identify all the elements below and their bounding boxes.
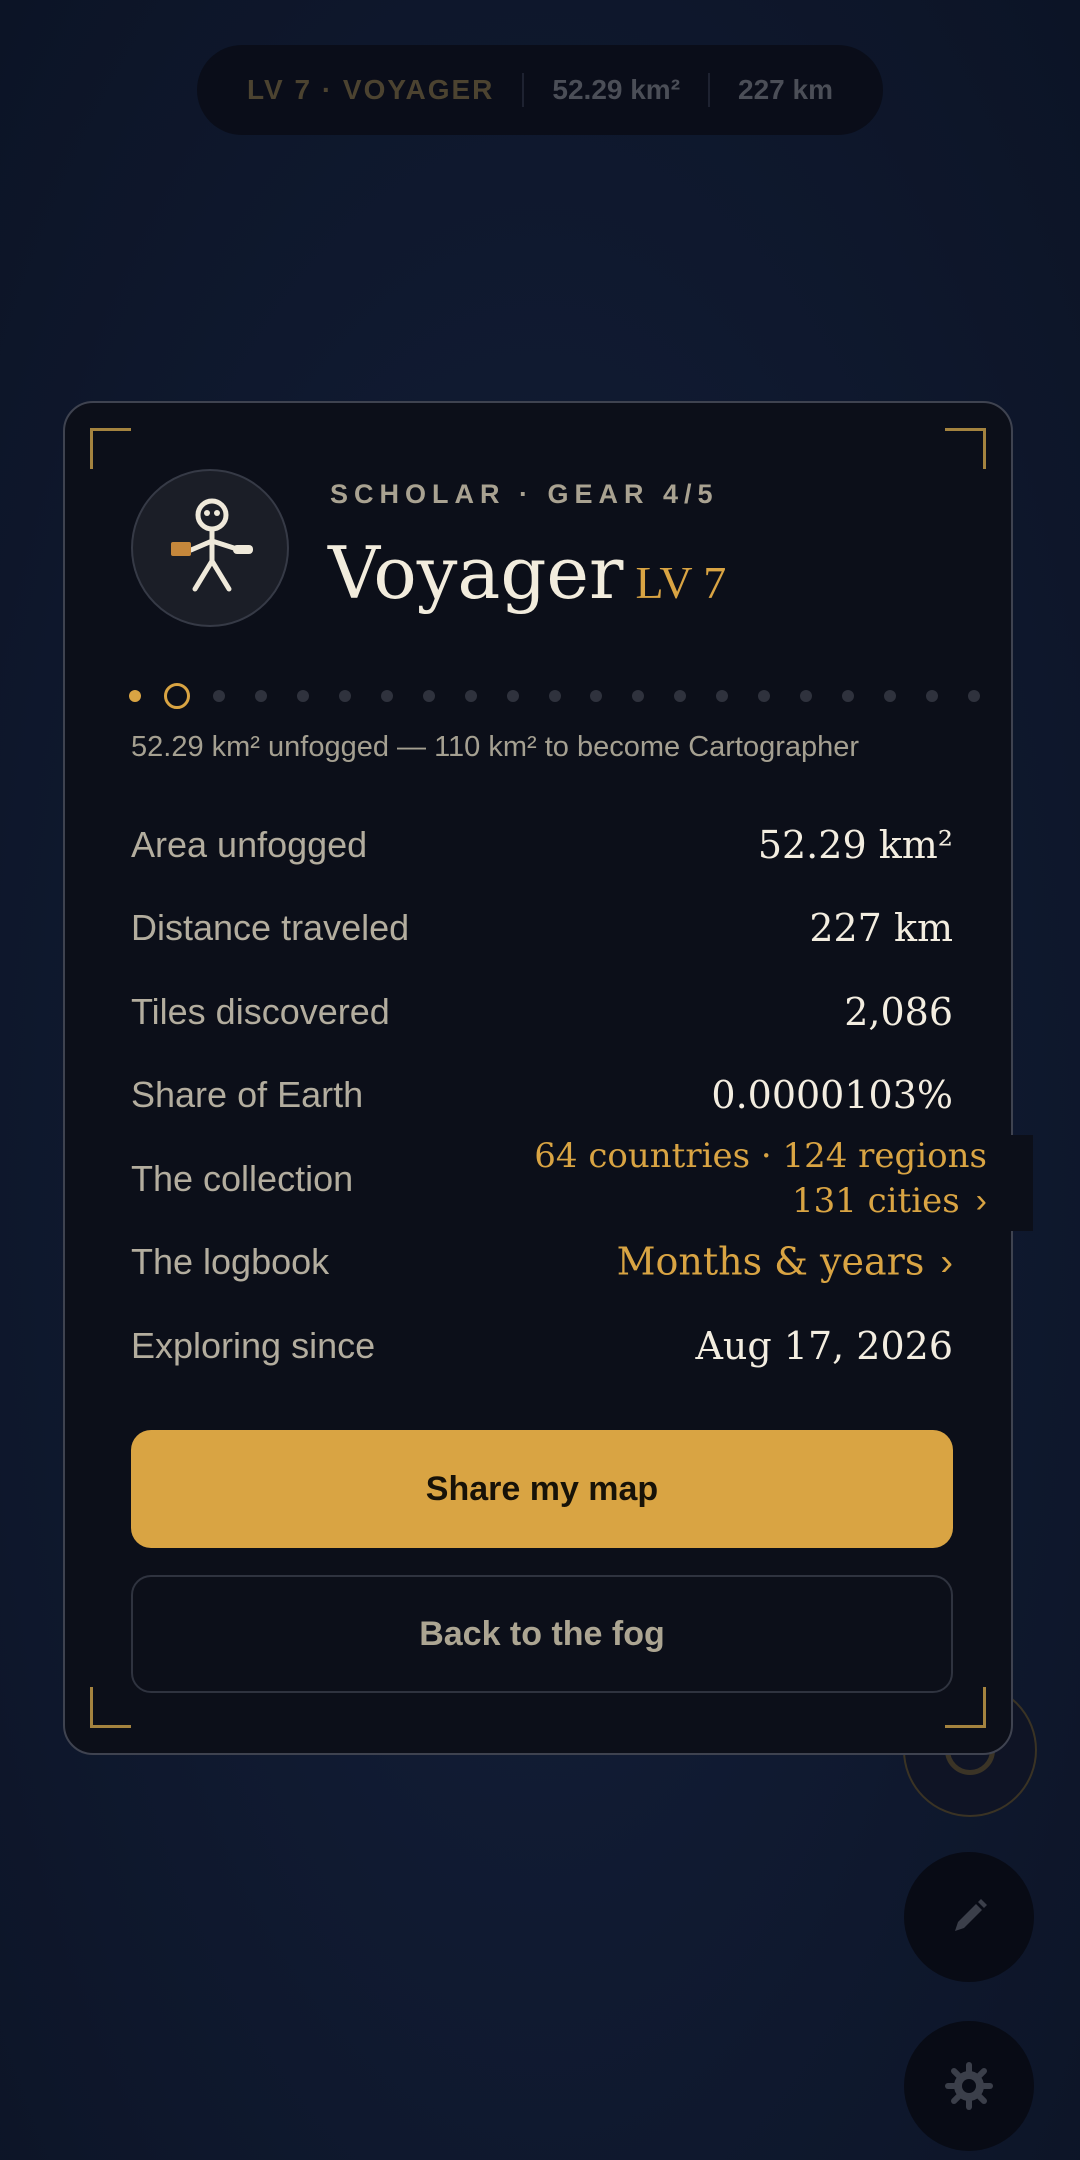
progress-dot [884,690,897,702]
progress-dot [380,690,393,702]
rank-level: LV 7 [635,557,727,608]
edit-button[interactable] [904,1852,1034,1982]
stat-value: 52.29 km² [757,822,953,867]
corner-ornament [90,1687,131,1728]
logbook-link[interactable]: Months & years › [617,1240,953,1285]
progress-dot [212,690,225,702]
stat-row-area: Area unfogged 52.29 km² [131,803,953,887]
stat-value: 227 km [809,906,953,951]
progress-dot [590,690,603,702]
stat-value: Aug 17, 2026 [695,1323,953,1368]
stat-row-share: Share of Earth 0.0000103% [131,1054,953,1138]
stats-list: Area unfogged 52.29 km² Distance travele… [131,803,1033,1388]
progress-dot [800,690,813,702]
stat-row-distance: Distance traveled 227 km [131,887,953,971]
stat-label: Exploring since [131,1324,376,1366]
progress-dot [129,690,141,702]
stat-label: Area unfogged [131,823,368,865]
area-chip: 52.29 km² [552,74,681,105]
progress-dot [548,690,561,702]
level-progress-dots [129,681,980,711]
profile-card: SCHOLAR · GEAR 4/5 Voyager LV 7 52.29 km²… [63,401,1033,1755]
distance-chip: 227 km [738,74,833,105]
gear-icon [945,2062,993,2110]
progress-dot [632,690,645,702]
stat-row-since: Exploring since Aug 17, 2026 [131,1304,953,1388]
stat-row-tiles: Tiles discovered 2,086 [131,970,953,1054]
share-map-button[interactable]: Share my map [131,1430,953,1548]
rank-title: Voyager LV 7 [328,531,726,615]
progress-dot [674,690,687,702]
progress-dot [422,690,435,702]
progress-dot [254,690,267,702]
progress-text: 52.29 km² unfogged — 110 km² to become C… [131,731,860,763]
top-stats-bar[interactable]: LV 7 · VOYAGER 52.29 km² 227 km [197,45,883,135]
chevron-right-icon: › [940,1241,953,1284]
avatar [131,469,289,627]
stat-label: Tiles discovered [131,990,390,1032]
progress-dot [758,690,771,702]
collection-counts: 64 countries · 124 regions [534,1135,987,1176]
level-chip: LV 7 · VOYAGER [246,74,495,105]
chevron-right-icon: › [975,1181,987,1220]
stat-label: Share of Earth [131,1074,364,1116]
stat-value: 0.0000103% [711,1073,953,1118]
voyager-figure-icon [171,498,253,592]
stat-row-logbook[interactable]: The logbook Months & years › [131,1221,953,1305]
progress-dot [163,683,190,709]
settings-button[interactable] [904,2021,1034,2151]
logbook-value: Months & years [616,1239,925,1284]
rank-name: Voyager [328,531,624,615]
class-gear-label: SCHOLAR · GEAR 4/5 [330,479,719,509]
back-to-fog-button[interactable]: Back to the fog [131,1575,953,1693]
stat-label: The logbook [131,1241,330,1283]
corner-ornament [90,428,131,469]
progress-dot [464,690,477,702]
progress-dot [926,690,939,702]
pencil-icon [955,1899,987,1931]
progress-dot [716,690,729,702]
progress-dot [842,690,855,702]
stat-label: The collection [131,1157,354,1199]
progress-dot [296,690,309,702]
collection-cities: 131 cities [791,1180,960,1221]
stat-label: Distance traveled [131,907,410,949]
progress-dot [338,690,351,702]
corner-ornament [945,1687,986,1728]
stat-row-collection[interactable]: The collection 64 countries · 124 region… [131,1135,1033,1231]
stat-value: 2,086 [844,989,953,1034]
corner-ornament [945,428,986,469]
progress-dot [506,690,519,702]
collection-link[interactable]: 64 countries · 124 regions 131 cities › [534,1134,987,1224]
progress-dot [968,690,980,702]
